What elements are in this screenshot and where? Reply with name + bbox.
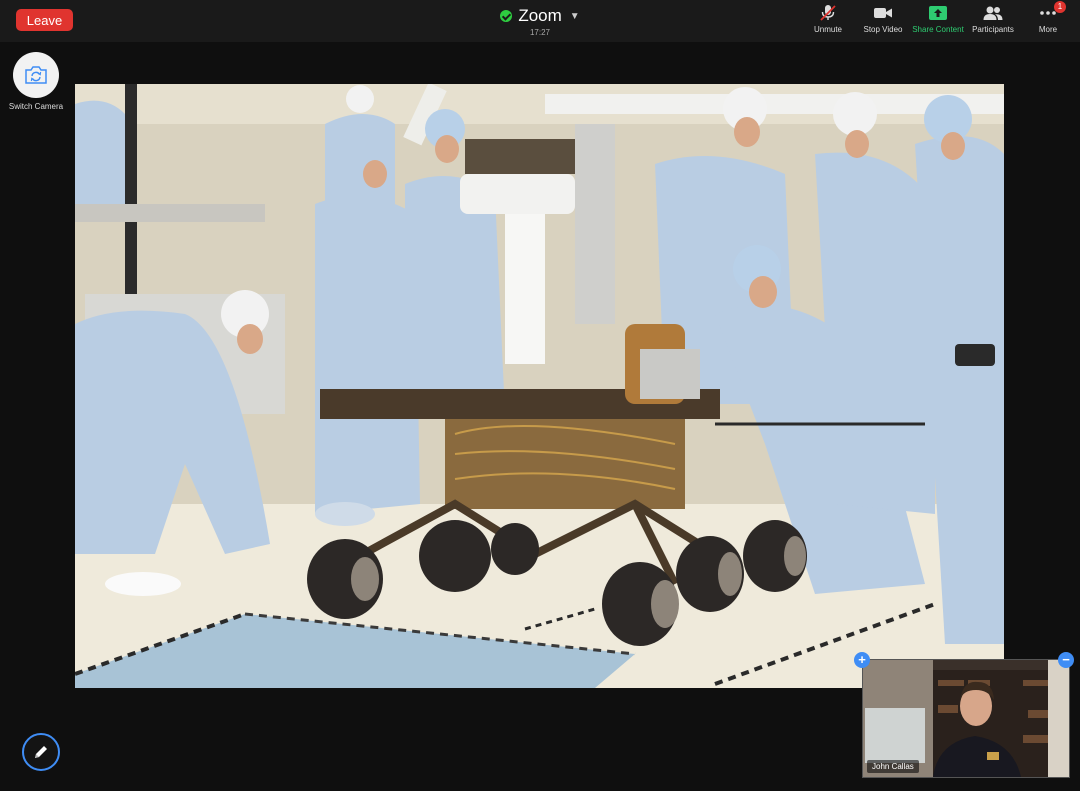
shield-check-icon[interactable] [500,10,513,22]
stop-video-label: Stop Video [863,25,903,34]
share-content-label: Share Content [912,25,964,34]
share-up-arrow-icon [910,4,966,22]
switch-camera-label: Switch Camera [8,102,64,111]
minimize-video-button[interactable]: − [1058,652,1074,668]
more-label: More [1038,25,1058,34]
unmute-button[interactable]: Unmute [800,4,856,34]
switch-camera-button[interactable]: Switch Camera [6,52,66,111]
meeting-toolbar: Leave Zoom ▼ 17:27 Unmute Stop Video Sha… [0,0,1080,42]
expand-video-button[interactable]: + [854,652,870,668]
participants-button[interactable]: Participants [965,4,1021,34]
participant-name-tag: John Callas [867,760,919,773]
camera-rotate-icon [13,52,59,98]
participants-label: Participants [972,25,1014,34]
meeting-title: Zoom [518,6,562,25]
stop-video-button[interactable]: Stop Video [855,4,911,34]
video-camera-icon [855,4,911,22]
shared-content-photo [75,84,1004,688]
chevron-down-icon[interactable]: ▼ [570,11,580,22]
self-view-video[interactable]: John Callas [862,659,1070,778]
people-icon [965,4,1021,22]
muted-mic-icon [800,4,856,22]
share-content-button[interactable]: Share Content [910,4,966,34]
more-button[interactable]: More 1 [1020,1,1076,34]
notification-badge: 1 [1054,1,1066,13]
annotate-button[interactable] [22,733,60,771]
pencil-icon [35,746,47,758]
ellipsis-icon [1020,4,1076,22]
unmute-label: Unmute [813,25,842,34]
